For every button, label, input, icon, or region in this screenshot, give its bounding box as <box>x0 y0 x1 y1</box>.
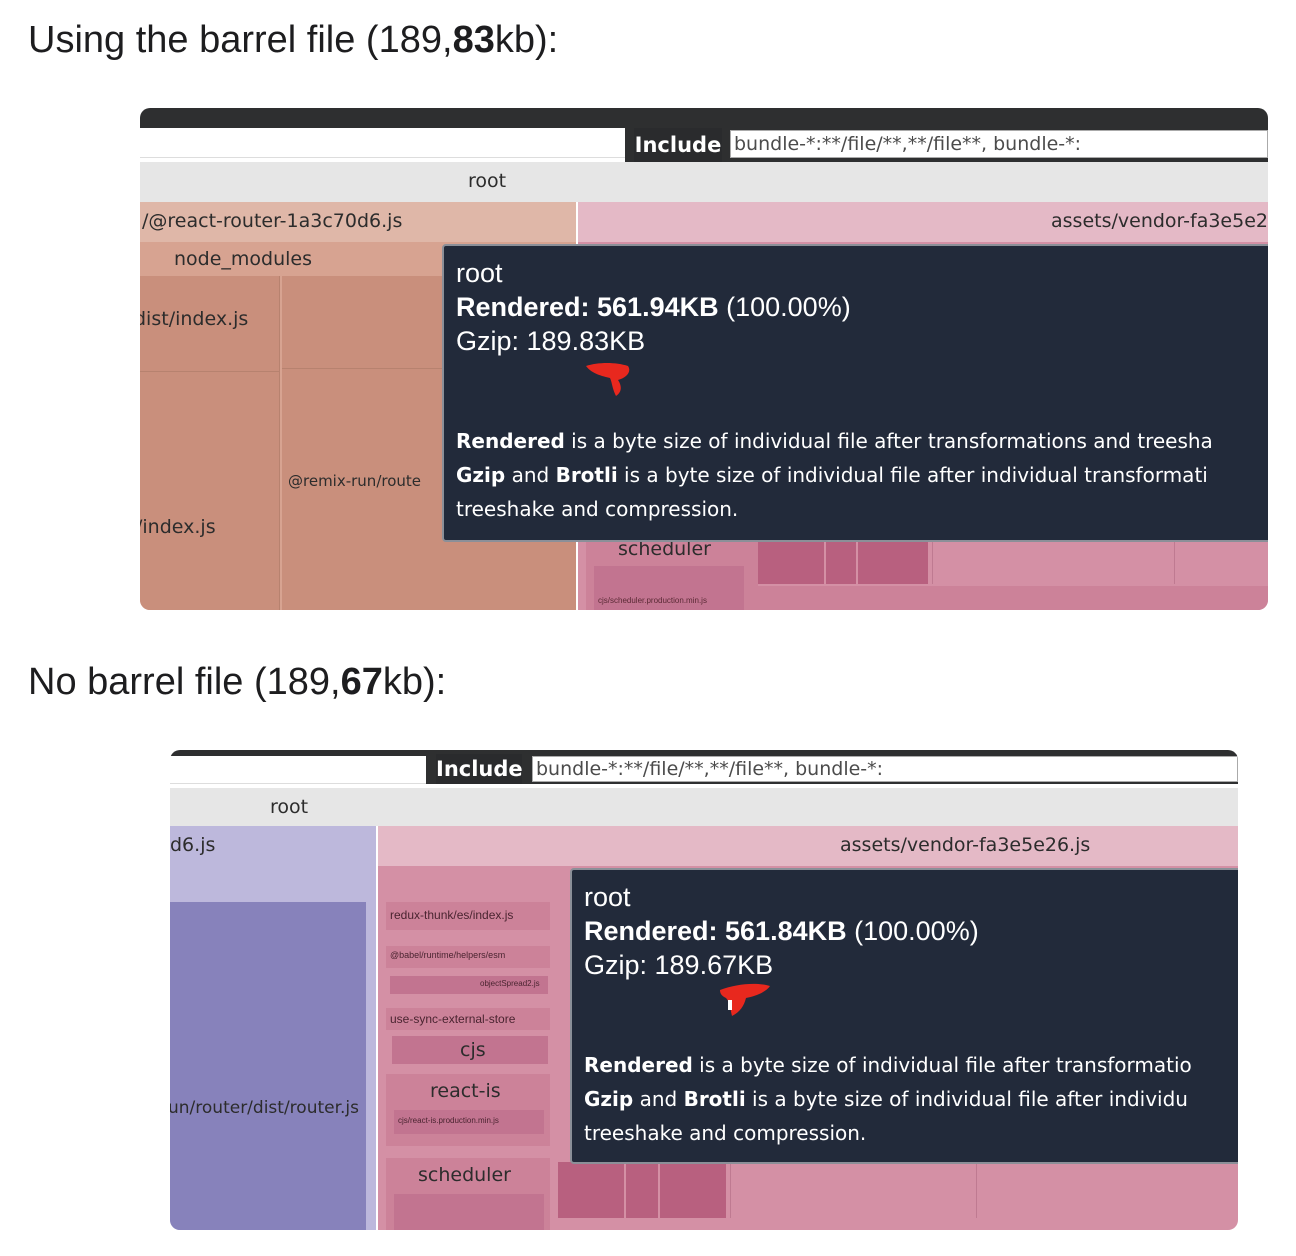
root-node[interactable]: root <box>170 788 1238 826</box>
cell-label: use-sync-external-store <box>390 1012 516 1026</box>
treemap-cell-dist-index[interactable]: dist/index.js <box>140 276 280 372</box>
bundle-vendor[interactable]: assets/vendor-fa3e5e2 <box>578 202 1268 242</box>
cell-label: dist/index.js <box>140 308 249 330</box>
note-text: and <box>633 1087 684 1111</box>
treemap-cell-scheduler-prod[interactable] <box>394 1194 544 1230</box>
treemap-cell-router[interactable]: un/router/dist/router.js <box>170 902 366 1230</box>
rendered-size: Rendered: 561.94KB <box>456 292 719 322</box>
tooltip-rendered: Rendered: 561.94KB (100.00%) <box>456 290 1268 324</box>
include-label: Include <box>634 128 722 162</box>
note-text: is a byte size of individual file after … <box>745 1087 1188 1111</box>
bundle-label: assets/vendor-fa3e5e2 <box>1051 210 1268 232</box>
cell-label: un/router/dist/router.js <box>170 1098 360 1118</box>
cell-label: /index.js <box>140 516 216 538</box>
treemap-cell-index[interactable]: /index.js <box>140 372 280 610</box>
tooltip-note-compression: treeshake and compression. <box>456 497 739 521</box>
filter-blank-area <box>140 128 625 158</box>
tooltip-note-rendered: Rendered is a byte size of individual fi… <box>584 1048 1238 1082</box>
heading-suffix: kb): <box>382 661 447 703</box>
note-bold: Rendered <box>584 1053 693 1077</box>
cell-label: redux-thunk/es/index.js <box>390 908 514 922</box>
note-text: is a byte size of individual file after … <box>617 463 1208 487</box>
cell-label: scheduler <box>418 1164 511 1186</box>
treemap-cell-babel-runtime[interactable]: @babel/runtime/helpers/esm <box>386 946 550 968</box>
size-tooltip: root Rendered: 561.94KB (100.00%) Gzip: … <box>442 244 1268 542</box>
include-label: Include <box>436 754 522 784</box>
bundle-label: d6.js <box>170 834 216 856</box>
tooltip-spacer <box>456 358 1268 424</box>
note-bold: Brotli <box>555 463 618 487</box>
heading-bold-value: 67 <box>340 661 383 703</box>
treemap-cell[interactable] <box>976 1162 1238 1218</box>
treemap-cell-use-sync[interactable]: use-sync-external-store <box>386 1008 550 1030</box>
rendered-size: Rendered: 561.84KB <box>584 916 847 946</box>
tooltip-rendered: Rendered: 561.84KB (100.00%) <box>584 914 1238 948</box>
top-bar <box>140 108 1268 128</box>
cell-label: objectSpread2.js <box>480 979 540 988</box>
treemap-cell[interactable] <box>730 1162 974 1218</box>
tooltip-title: root <box>456 258 503 288</box>
root-node[interactable]: root <box>140 162 1268 202</box>
cell-label: cjs/scheduler.production.min.js <box>598 596 707 605</box>
note-text: is a byte size of individual file after … <box>564 429 1213 453</box>
treemap-cell[interactable] <box>626 1162 658 1218</box>
root-label: root <box>270 796 309 818</box>
bundle-vendor[interactable]: assets/vendor-fa3e5e26.js <box>378 826 1238 866</box>
size-tooltip: root Rendered: 561.84KB (100.00%) Gzip: … <box>570 868 1238 1164</box>
heading-suffix: kb): <box>494 19 559 61</box>
red-annotation-mark <box>586 363 630 396</box>
node-modules-label: node_modules <box>174 248 313 270</box>
bundle-react-router[interactable]: /@react-router-1a3c70d6.js <box>140 202 576 242</box>
include-filter-input[interactable]: bundle-*:**/file/**,**/file**, bundle-*: <box>532 756 1238 782</box>
include-filter-input[interactable]: bundle-*:**/file/**,**/file**, bundle-*: <box>730 130 1268 158</box>
bundle-label: /@react-router-1a3c70d6.js <box>142 210 403 232</box>
tooltip-note-gzip: Gzip and Brotli is a byte size of indivi… <box>584 1082 1238 1116</box>
note-text: is a byte size of individual file after … <box>692 1053 1192 1077</box>
tooltip-title: root <box>584 882 631 912</box>
treemap-cell-cjs[interactable]: cjs <box>392 1036 548 1064</box>
cell-label: cjs <box>460 1039 486 1061</box>
treemap-cell-redux-thunk[interactable]: redux-thunk/es/index.js <box>386 902 550 930</box>
cell-label: @babel/runtime/helpers/esm <box>390 950 506 960</box>
note-bold: Gzip <box>456 463 506 487</box>
treemap-cell[interactable] <box>758 586 1268 610</box>
rendered-percent: (100.00%) <box>726 292 851 322</box>
treemap-cell-scheduler-prod[interactable]: cjs/scheduler.production.min.js <box>594 566 744 610</box>
heading-text: Using the barrel file (189, <box>28 19 453 61</box>
note-bold: Gzip <box>584 1087 634 1111</box>
treemap-cell[interactable] <box>558 1162 624 1218</box>
tooltip-note-compression: treeshake and compression. <box>584 1121 867 1145</box>
tooltip-gzip: Gzip: 189.67KB <box>584 950 774 980</box>
treemap-screenshot-no-barrel: Include bundle-*:**/file/**,**/file**, b… <box>170 750 1238 1230</box>
treemap-screenshot-barrel: Include bundle-*:**/file/**,**/file**, b… <box>140 108 1268 610</box>
tooltip-note-gzip: Gzip and Brotli is a byte size of indivi… <box>456 458 1268 492</box>
heading-text: No barrel file (189, <box>28 661 341 703</box>
section2-heading: No barrel file (189,67kb): <box>28 660 446 704</box>
tooltip-gzip: Gzip: 189.83KB <box>456 326 646 356</box>
rendered-percent: (100.00%) <box>854 916 979 946</box>
cell-label: cjs/react-is.production.min.js <box>398 1116 499 1125</box>
tooltip-spacer <box>584 982 1238 1048</box>
treemap-cell-react-is-prod[interactable]: cjs/react-is.production.min.js <box>394 1110 544 1134</box>
treemap-cell[interactable] <box>660 1162 726 1218</box>
tooltip-note-rendered: Rendered is a byte size of individual fi… <box>456 424 1268 458</box>
section1-heading: Using the barrel file (189,83kb): <box>28 18 558 62</box>
cell-label: @remix-run/route <box>288 472 422 490</box>
heading-bold-value: 83 <box>452 19 495 61</box>
bundle-label: assets/vendor-fa3e5e26.js <box>840 834 1091 856</box>
treemap-cell-react-is[interactable]: react-is cjs/react-is.production.min.js <box>386 1074 550 1146</box>
note-bold: Rendered <box>456 429 565 453</box>
cell-label: react-is <box>430 1080 501 1102</box>
treemap-cell-object-spread[interactable]: objectSpread2.js <box>390 976 548 994</box>
red-annotation-mark <box>720 983 770 1016</box>
note-text: and <box>505 463 556 487</box>
treemap-cell-scheduler[interactable]: scheduler <box>386 1158 550 1230</box>
root-label: root <box>468 170 507 192</box>
filter-blank-area <box>170 756 426 784</box>
note-bold: Brotli <box>683 1087 746 1111</box>
